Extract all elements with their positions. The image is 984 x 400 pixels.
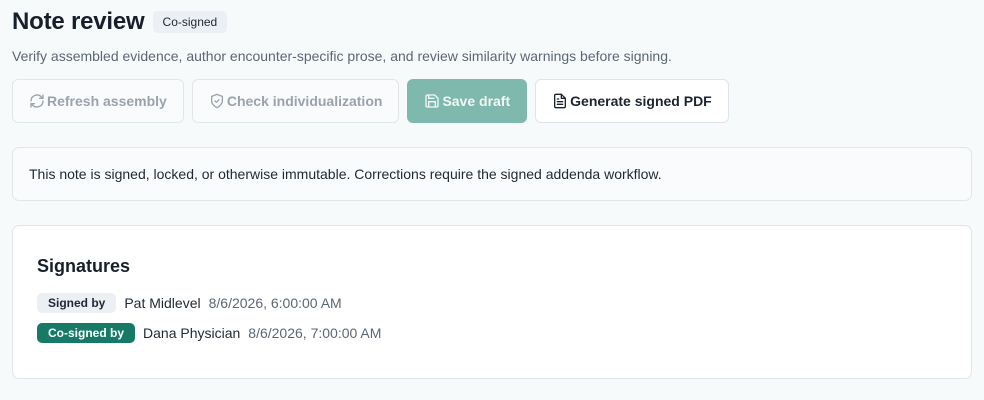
check-individualization-label: Check individualization <box>226 93 383 109</box>
cosigner-name: Dana Physician <box>143 325 241 341</box>
refresh-assembly-label: Refresh assembly <box>47 93 167 109</box>
status-badge: Co-signed <box>152 11 228 33</box>
refresh-assembly-button[interactable]: Refresh assembly <box>12 79 184 123</box>
save-icon <box>425 94 440 108</box>
header: Note review Co-signed <box>12 0 972 44</box>
immutable-notice-text: This note is signed, locked, or otherwis… <box>29 166 662 182</box>
signature-role-badge: Signed by <box>37 293 117 313</box>
save-draft-button[interactable]: Save draft <box>407 79 528 123</box>
cosign-role-badge: Co-signed by <box>37 323 136 343</box>
toolbar: Refresh assembly Check individualization… <box>12 79 972 123</box>
signature-row-signed: Signed by Pat Midlevel 8/6/2026, 6:00:00… <box>37 292 947 314</box>
shield-check-icon <box>210 93 223 109</box>
generate-signed-pdf-button[interactable]: Generate signed PDF <box>535 79 729 123</box>
signature-row-cosigned: Co-signed by Dana Physician 8/6/2026, 7:… <box>37 322 947 344</box>
page-title: Note review <box>12 8 145 35</box>
generate-signed-pdf-label: Generate signed PDF <box>570 93 712 109</box>
signer-name: Pat Midlevel <box>124 295 201 311</box>
signature-timestamp: 8/6/2026, 6:00:00 AM <box>208 295 342 311</box>
note-review-page: Note review Co-signed Verify assembled e… <box>0 0 984 400</box>
signatures-title: Signatures <box>37 256 131 276</box>
save-draft-label: Save draft <box>442 93 511 109</box>
immutable-notice: This note is signed, locked, or otherwis… <box>12 147 972 201</box>
page-subtitle: Verify assembled evidence, author encoun… <box>12 48 672 64</box>
signatures-card: Signatures Signed by Pat Midlevel 8/6/20… <box>12 225 972 379</box>
signature-list: Signed by Pat Midlevel 8/6/2026, 6:00:00… <box>37 292 947 344</box>
file-text-icon <box>554 93 567 109</box>
refresh-icon <box>30 94 44 108</box>
check-individualization-button[interactable]: Check individualization <box>191 79 400 123</box>
cosign-timestamp: 8/6/2026, 7:00:00 AM <box>248 325 382 341</box>
